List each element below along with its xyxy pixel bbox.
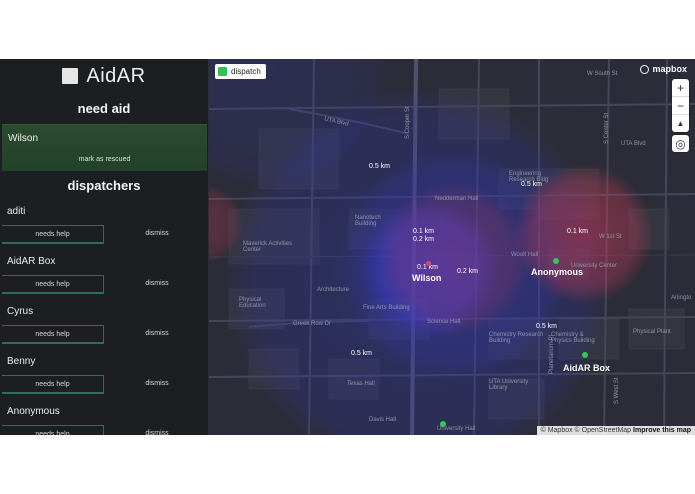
map-label: W 1st St <box>599 234 622 240</box>
map-label: Planetarium Pl <box>549 334 555 374</box>
marker-pin-anonymous[interactable] <box>553 258 559 264</box>
app-logo-icon <box>62 68 79 84</box>
map-label: S West St <box>614 377 620 404</box>
dispatch-layer-toggle[interactable]: dispatch <box>215 64 266 79</box>
map-label: Greek Row Dr <box>293 321 332 327</box>
map-label: Chemistry Research Building <box>489 332 544 344</box>
distance-label: 0.2 km <box>457 268 479 275</box>
button-underline <box>2 242 104 244</box>
need-aid-card-wilson[interactable]: Wilson mark as rescued <box>2 124 207 171</box>
map-label: Woolf Hall <box>511 252 539 258</box>
sidebar: AidAR need aid Wilson mark as rescued di… <box>0 59 209 435</box>
map-label: Science Hall <box>427 319 461 325</box>
needs-help-button[interactable]: needs help <box>2 375 104 392</box>
mapbox-wordmark: mapbox <box>652 64 687 74</box>
marker-label-anonymous[interactable]: Anonymous <box>531 267 583 277</box>
dispatcher-name: AidAR Box <box>7 256 56 267</box>
dispatcher-item-aidar-box: AidAR Box needs help dismiss <box>0 247 208 297</box>
marker-pin-wilson[interactable] <box>426 261 431 266</box>
improve-map-link[interactable]: Improve this map <box>633 427 691 434</box>
marker-pin-university-hall[interactable] <box>440 421 446 427</box>
marker-pin-aidar-box[interactable] <box>582 352 588 358</box>
locate-icon[interactable]: ◎ <box>672 135 689 152</box>
map-label: Architecture <box>317 287 350 293</box>
mapbox-logo: mapbox <box>640 64 687 74</box>
map-label: UTA Blvd <box>621 141 646 147</box>
dispatcher-name: Benny <box>7 356 36 367</box>
needs-help-button[interactable]: needs help <box>2 325 104 342</box>
dispatcher-item-anonymous: Anonymous needs help dismiss <box>0 397 208 435</box>
dispatchers-heading: dispatchers <box>67 178 141 193</box>
map-label: W South St <box>587 71 618 77</box>
map-label: Davis Hall <box>369 417 397 423</box>
dispatcher-name: Cyrus <box>7 306 34 317</box>
map-locate-control: ◎ <box>672 135 689 152</box>
dismiss-button[interactable]: dismiss <box>106 275 208 292</box>
map-label: Physical Plant <box>633 329 671 335</box>
button-underline <box>2 342 104 344</box>
map-label: Arlingto <box>671 295 692 301</box>
mark-as-rescued-button[interactable]: mark as rescued <box>2 156 207 163</box>
zoom-out-button[interactable]: − <box>672 97 689 115</box>
distance-label: 0.2 km <box>413 236 435 243</box>
map-canvas[interactable]: UTA Blvd W South St UTA Blvd S Cooper St… <box>209 59 695 435</box>
map-label: S Center St <box>604 112 610 144</box>
mapbox-icon <box>640 64 650 74</box>
map-zoom-controls: + − ▲ <box>672 79 689 132</box>
distance-label: 0.5 km <box>536 323 558 330</box>
dismiss-button[interactable]: dismiss <box>106 375 208 392</box>
attribution-text: © Mapbox © OpenStreetMap <box>540 427 632 434</box>
dispatcher-item-aditi: aditi needs help dismiss <box>0 197 208 247</box>
map-label: Maverick Activities Center <box>243 241 293 253</box>
dismiss-button[interactable]: dismiss <box>106 425 208 435</box>
map-label: Nedderman Hall <box>435 196 479 202</box>
needs-help-button[interactable]: needs help <box>2 425 104 435</box>
dismiss-button[interactable]: dismiss <box>106 325 208 342</box>
map-label: Nanotech Building <box>355 215 381 227</box>
checkbox-checked-icon[interactable] <box>218 67 227 76</box>
map-label: Chemistry & Physics Building <box>551 332 595 344</box>
dispatcher-name: Anonymous <box>7 406 60 417</box>
need-aid-name: Wilson <box>8 133 39 144</box>
map-attribution: © Mapbox © OpenStreetMap Improve this ma… <box>536 426 695 435</box>
distance-label: 0.1 km <box>413 228 435 235</box>
dispatch-layer-label: dispatch <box>231 67 261 76</box>
map-label: UTA University Library <box>489 379 529 391</box>
button-underline <box>2 292 104 294</box>
map-label: Fine Arts Building <box>363 305 410 311</box>
needs-help-button[interactable]: needs help <box>2 275 104 292</box>
compass-button[interactable]: ▲ <box>672 115 689 132</box>
zoom-in-button[interactable]: + <box>672 79 689 97</box>
app-window: AidAR need aid Wilson mark as rescued di… <box>0 59 695 435</box>
dispatcher-item-cyrus: Cyrus needs help dismiss <box>0 297 208 347</box>
distance-label: 0.1 km <box>567 228 589 235</box>
map-label: S Cooper St <box>405 106 411 139</box>
app-brand: AidAR <box>0 61 208 91</box>
needs-help-button[interactable]: needs help <box>2 225 104 242</box>
app-title: AidAR <box>86 64 146 87</box>
dispatcher-item-benny: Benny needs help dismiss <box>0 347 208 397</box>
dismiss-button[interactable]: dismiss <box>106 225 208 242</box>
map-label: Physical Education <box>239 297 266 309</box>
distance-label: 0.5 km <box>351 350 373 357</box>
button-underline <box>2 392 104 394</box>
distance-label: 0.5 km <box>521 181 543 188</box>
marker-label-aidar-box[interactable]: AidAR Box <box>563 363 610 373</box>
map-label: Texas Hall <box>347 381 375 387</box>
need-aid-heading: need aid <box>77 101 131 116</box>
marker-label-wilson[interactable]: Wilson <box>412 273 441 283</box>
distance-label: 0.5 km <box>369 163 391 170</box>
dispatcher-name: aditi <box>7 206 26 217</box>
